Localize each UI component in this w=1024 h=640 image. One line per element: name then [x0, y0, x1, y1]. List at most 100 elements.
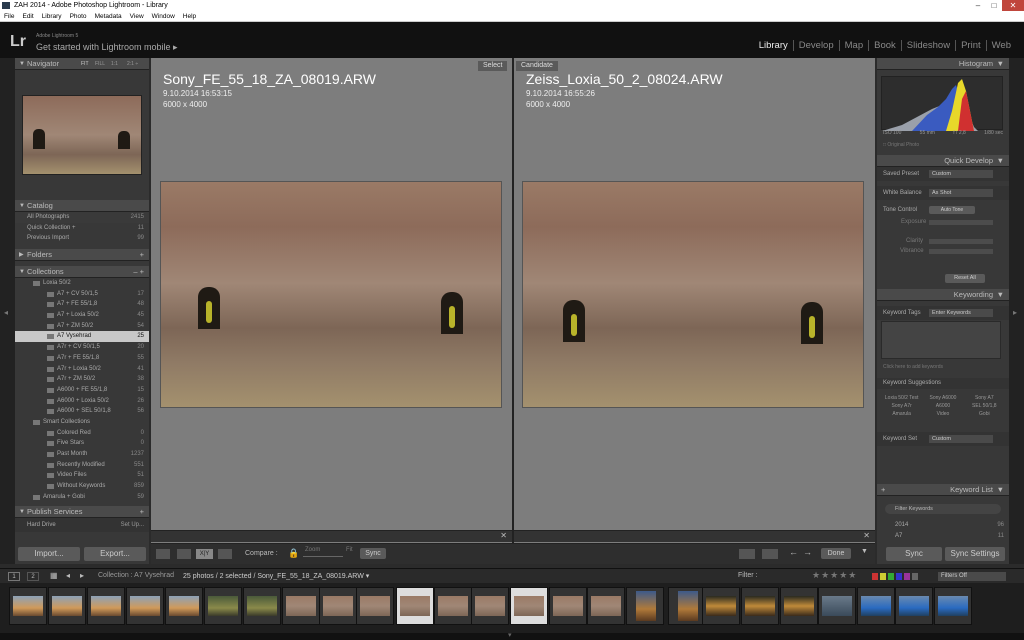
- collection-item[interactable]: A6000 + FE 55/1,8 15: [15, 385, 149, 396]
- filmstrip-thumbnail[interactable]: [87, 587, 125, 625]
- collection-item[interactable]: Five Stars 0: [15, 438, 149, 449]
- filmstrip-thumbnail[interactable]: [319, 587, 357, 625]
- collection-item[interactable]: Colored Red 0: [15, 428, 149, 439]
- filmstrip-thumbnail[interactable]: [934, 587, 972, 625]
- collection-item[interactable]: A6000 + Loxia 50/2 26: [15, 396, 149, 407]
- menu-window[interactable]: Window: [152, 11, 175, 21]
- export-button[interactable]: Export...: [84, 547, 146, 561]
- histogram-header[interactable]: Histogram ▼: [877, 58, 1009, 70]
- module-develop[interactable]: Develop: [792, 40, 839, 51]
- filmstrip-thumbnail[interactable]: [895, 587, 933, 625]
- sync-button[interactable]: Sync: [886, 547, 942, 561]
- keyword-suggestion[interactable]: Video: [922, 411, 963, 417]
- survey-view-icon[interactable]: [218, 549, 232, 559]
- keyword-tags-select[interactable]: Enter Keywords: [929, 309, 993, 317]
- collection-item[interactable]: Past Month 1237: [15, 449, 149, 460]
- filmstrip-thumbnail[interactable]: [741, 587, 779, 625]
- collapse-left-icon[interactable]: ◂: [4, 308, 8, 317]
- filmstrip-thumbnail[interactable]: [282, 587, 320, 625]
- rating-filter[interactable]: ★★★★★: [812, 570, 857, 581]
- mobile-promo-link[interactable]: Get started with Lightroom mobile ▸: [36, 42, 178, 53]
- zoom-2-1[interactable]: 2:1 ÷: [127, 58, 138, 70]
- page-2-button[interactable]: 2: [27, 572, 39, 581]
- navigator-header[interactable]: ▼ Navigator FIT FILL 1:1 2:1 ÷: [15, 58, 149, 70]
- collection-item[interactable]: A7r + FE 55/1,8 55: [15, 353, 149, 364]
- add-collection-icon[interactable]: – +: [133, 266, 144, 278]
- keyword-suggestion[interactable]: Sony A7r: [881, 403, 922, 409]
- module-library[interactable]: Library: [754, 40, 793, 51]
- done-button[interactable]: Done: [821, 548, 851, 559]
- original-photo-label[interactable]: □ Original Photo: [883, 142, 919, 148]
- collection-item[interactable]: A7r + CV 50/1,5 20: [15, 342, 149, 353]
- collection-item[interactable]: A7 + ZM 50/2 54: [15, 321, 149, 332]
- exposure-stepper[interactable]: [929, 220, 993, 225]
- module-book[interactable]: Book: [868, 40, 901, 51]
- collection-item[interactable]: Video Files 51: [15, 470, 149, 481]
- collection-item[interactable]: Recently Modified 551: [15, 460, 149, 471]
- import-button[interactable]: Import...: [18, 547, 80, 561]
- menu-photo[interactable]: Photo: [70, 11, 87, 21]
- filmstrip-thumbnail[interactable]: [587, 587, 625, 625]
- filmstrip-thumbnail[interactable]: [165, 587, 203, 625]
- collection-item[interactable]: Smart Collections: [15, 417, 149, 428]
- filmstrip-thumbnail[interactable]: [396, 587, 434, 625]
- collection-item[interactable]: A7 + FE 55/1,8 48: [15, 299, 149, 310]
- filmstrip-thumbnail[interactable]: [702, 587, 740, 625]
- filmstrip-thumbnail[interactable]: [818, 587, 856, 625]
- keyword-input[interactable]: [881, 321, 1001, 359]
- menu-library[interactable]: Library: [42, 11, 62, 21]
- filmstrip-thumbnail[interactable]: [48, 587, 86, 625]
- collection-item[interactable]: A6000 + SEL 50/1,8 56: [15, 406, 149, 417]
- keyword-suggestion[interactable]: Gobi: [964, 411, 1005, 417]
- collection-item[interactable]: A7r + ZM 50/2 38: [15, 374, 149, 385]
- collapse-right-icon[interactable]: ▸: [1013, 308, 1017, 317]
- keyword-suggestion[interactable]: A6000: [922, 403, 963, 409]
- folders-header[interactable]: ▶ Folders +: [15, 249, 149, 261]
- white-balance-select[interactable]: As Shot: [929, 189, 993, 197]
- close-select-icon[interactable]: ✕: [500, 531, 507, 540]
- navigator-preview[interactable]: [22, 95, 142, 175]
- keyword-suggestion[interactable]: Loxia 50/2 Test: [881, 395, 922, 401]
- saved-preset-select[interactable]: Custom: [929, 170, 993, 178]
- sync-compare-button[interactable]: Sync: [360, 548, 386, 559]
- collection-item[interactable]: Without Keywords 859: [15, 481, 149, 492]
- lock-icon[interactable]: 🔒: [288, 548, 299, 559]
- keyword-suggestion[interactable]: SEL 50/1,8: [964, 403, 1005, 409]
- zoom-1-1[interactable]: 1:1: [111, 58, 118, 70]
- filmstrip-thumbnail[interactable]: [626, 587, 664, 625]
- catalog-header[interactable]: ▼ Catalog: [15, 200, 149, 212]
- grid-icon[interactable]: ▦: [50, 571, 58, 580]
- add-keyword-icon[interactable]: +: [881, 484, 885, 496]
- module-map[interactable]: Map: [838, 40, 868, 51]
- zoom-slider[interactable]: [303, 556, 343, 557]
- collection-item[interactable]: Loxia 50/2: [15, 278, 149, 289]
- grid-view-icon[interactable]: [156, 549, 170, 559]
- filter-keywords-input[interactable]: Filter Keywords: [885, 504, 1001, 514]
- keyword-item[interactable]: 2014 96: [877, 520, 1009, 531]
- page-1-button[interactable]: 1: [8, 572, 20, 581]
- quick-develop-header[interactable]: Quick Develop ▼: [877, 155, 1009, 167]
- hard-drive-service[interactable]: Hard Drive Set Up...: [15, 518, 149, 532]
- setup-link[interactable]: Set Up...: [121, 518, 144, 532]
- sync-settings-button[interactable]: Sync Settings: [945, 547, 1005, 561]
- add-folder-icon[interactable]: +: [140, 249, 144, 261]
- filmstrip-thumbnail[interactable]: [204, 587, 242, 625]
- module-slideshow[interactable]: Slideshow: [900, 40, 955, 51]
- keyword-suggestion[interactable]: Sony A6000: [922, 395, 963, 401]
- vibrance-stepper[interactable]: [929, 249, 993, 254]
- zoom-fit[interactable]: FIT: [81, 58, 89, 70]
- filmstrip-thumbnail[interactable]: [356, 587, 394, 625]
- menu-file[interactable]: File: [4, 11, 14, 21]
- filmstrip-thumbnail[interactable]: [668, 587, 706, 625]
- previous-icon[interactable]: ←: [789, 547, 798, 557]
- swap-icon[interactable]: [739, 549, 755, 559]
- maximize-icon[interactable]: □: [986, 0, 1002, 11]
- filmstrip-thumbnail[interactable]: [549, 587, 587, 625]
- collection-item[interactable]: Amarula + Gobi 59: [15, 492, 149, 503]
- filmstrip-thumbnail[interactable]: [780, 587, 818, 625]
- filter-preset-select[interactable]: Filters Off: [938, 572, 1006, 581]
- collection-item[interactable]: A7 + CV 50/1,5 17: [15, 289, 149, 300]
- keyword-suggestion[interactable]: Sony A7: [964, 395, 1005, 401]
- filmstrip-thumbnail[interactable]: [857, 587, 895, 625]
- menu-metadata[interactable]: Metadata: [95, 11, 122, 21]
